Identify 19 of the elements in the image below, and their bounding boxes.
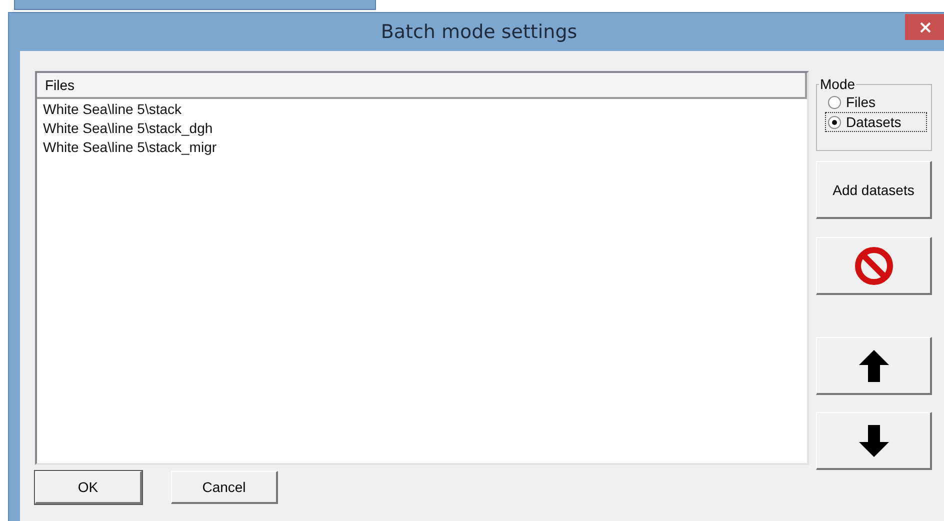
group-label: Mode (819, 76, 856, 92)
list-item[interactable]: White Sea\line 5\stack_dgh (37, 118, 213, 137)
move-up-button[interactable] (816, 337, 932, 395)
ok-button[interactable]: OK (35, 471, 142, 504)
add-datasets-button[interactable]: Add datasets (816, 161, 932, 219)
close-icon (920, 22, 930, 32)
list-item[interactable]: White Sea\line 5\stack_migr (37, 137, 217, 156)
column-header[interactable]: Files (37, 73, 807, 99)
down-arrow-icon (858, 424, 890, 458)
delete-button[interactable] (816, 237, 932, 295)
move-down-button[interactable] (816, 412, 932, 470)
prohibited-icon (854, 246, 894, 286)
list-item[interactable]: White Sea\line 5\stack (37, 99, 182, 118)
radio-option[interactable]: Datasets (825, 112, 927, 132)
radio-option[interactable]: Files (825, 92, 927, 112)
window-title: Batch mode settings (380, 21, 578, 43)
cancel-button[interactable]: Cancel (171, 471, 278, 504)
close-button[interactable] (905, 14, 944, 40)
up-arrow-icon (858, 348, 890, 382)
